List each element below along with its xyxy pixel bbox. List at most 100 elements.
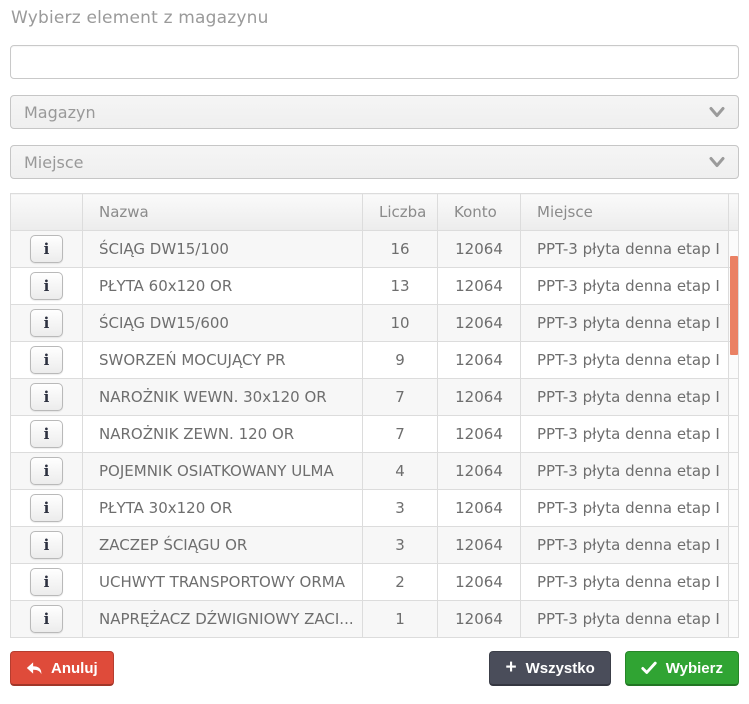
info-icon: i bbox=[43, 276, 50, 295]
table-row[interactable]: i ŚCIĄG DW15/600 10 12064 PPT-3 płyta denna … bbox=[10, 304, 739, 342]
scrollbar-thumb[interactable] bbox=[730, 256, 738, 355]
info-icon: i bbox=[43, 572, 50, 591]
table-row[interactable]: i UCHWYT TRANSPORTOWY ORMA 2 12064 PPT-3 pły… bbox=[10, 563, 739, 601]
cell-account: 12064 bbox=[437, 304, 521, 342]
cell-account: 12064 bbox=[437, 526, 521, 564]
cell-count: 10 bbox=[362, 304, 438, 342]
scrollbar-track-header bbox=[728, 193, 739, 231]
select-button-label: Wybierz bbox=[665, 659, 723, 677]
scrollbar-track[interactable] bbox=[728, 452, 739, 490]
cell-place: PPT-3 płyta denna etap I bbox=[520, 563, 729, 601]
info-cell: i bbox=[10, 452, 83, 490]
cell-count: 3 bbox=[362, 489, 438, 527]
cell-account: 12064 bbox=[437, 415, 521, 453]
cell-place: PPT-3 płyta denna etap I bbox=[520, 230, 729, 268]
cell-name: ZACZEP ŚCIĄGU OR bbox=[82, 526, 363, 564]
cell-name: ŚCIĄG DW15/100 bbox=[82, 230, 363, 268]
all-button[interactable]: + Wszystko bbox=[489, 651, 611, 686]
info-button[interactable]: i bbox=[30, 531, 63, 559]
column-header-miejsce: Miejsce bbox=[520, 193, 729, 231]
table-row[interactable]: i SWORZEŃ MOCUJĄCY PR 9 12064 PPT-3 płyta de… bbox=[10, 341, 739, 379]
info-button[interactable]: i bbox=[30, 494, 63, 522]
scrollbar-track[interactable] bbox=[728, 600, 739, 638]
cell-name: POJEMNIK OSIATKOWANY ULMA bbox=[82, 452, 363, 490]
info-cell: i bbox=[10, 600, 83, 638]
select-button[interactable]: Wybierz bbox=[624, 651, 739, 686]
all-button-label: Wszystko bbox=[525, 659, 595, 677]
cell-place: PPT-3 płyta denna etap I bbox=[520, 267, 729, 305]
info-button[interactable]: i bbox=[30, 568, 63, 596]
chevron-down-icon bbox=[709, 157, 725, 167]
cell-name: PŁYTA 60x120 OR bbox=[82, 267, 363, 305]
info-cell: i bbox=[10, 341, 83, 379]
cell-count: 7 bbox=[362, 378, 438, 416]
cell-account: 12064 bbox=[437, 452, 521, 490]
scrollbar-track[interactable] bbox=[728, 415, 739, 453]
cell-place: PPT-3 płyta denna etap I bbox=[520, 341, 729, 379]
check-icon bbox=[641, 661, 657, 674]
scrollbar-track[interactable] bbox=[728, 526, 739, 564]
scrollbar-track[interactable] bbox=[728, 378, 739, 416]
magazyn-select-label: Magazyn bbox=[24, 102, 96, 122]
info-icon: i bbox=[43, 609, 50, 628]
table-row[interactable]: i PŁYTA 30x120 OR 3 12064 PPT-3 płyta denna … bbox=[10, 489, 739, 527]
cell-name: UCHWYT TRANSPORTOWY ORMA bbox=[82, 563, 363, 601]
action-bar: Anuluj + Wszystko Wybierz bbox=[10, 651, 739, 686]
cell-place: PPT-3 płyta denna etap I bbox=[520, 452, 729, 490]
cancel-button[interactable]: Anuluj bbox=[10, 651, 114, 686]
info-button[interactable]: i bbox=[30, 383, 63, 411]
cell-place: PPT-3 płyta denna etap I bbox=[520, 415, 729, 453]
cell-account: 12064 bbox=[437, 563, 521, 601]
cell-count: 1 bbox=[362, 600, 438, 638]
info-button[interactable]: i bbox=[30, 346, 63, 374]
info-button[interactable]: i bbox=[30, 272, 63, 300]
info-cell: i bbox=[10, 230, 83, 268]
cell-count: 4 bbox=[362, 452, 438, 490]
info-button[interactable]: i bbox=[30, 235, 63, 263]
cell-count: 9 bbox=[362, 341, 438, 379]
table-row[interactable]: i POJEMNIK OSIATKOWANY ULMA 4 12064 PPT-3 pł… bbox=[10, 452, 739, 490]
items-table: Nazwa Liczba Konto Miejsce i ŚCIĄG DW15/1… bbox=[10, 193, 739, 638]
search-input[interactable] bbox=[10, 45, 739, 79]
info-icon: i bbox=[43, 313, 50, 332]
miejsce-select-label: Miejsce bbox=[24, 152, 84, 172]
miejsce-select[interactable]: Miejsce bbox=[10, 145, 739, 179]
info-icon: i bbox=[43, 387, 50, 406]
info-button[interactable]: i bbox=[30, 457, 63, 485]
magazyn-select[interactable]: Magazyn bbox=[10, 95, 739, 129]
cell-count: 2 bbox=[362, 563, 438, 601]
column-header-nazwa: Nazwa bbox=[82, 193, 363, 231]
plus-icon: + bbox=[505, 656, 517, 678]
table-row[interactable]: i NAROŻNIK ZEWN. 120 OR 7 12064 PPT-3 płyta … bbox=[10, 415, 739, 453]
cell-name: SWORZEŃ MOCUJĄCY PR bbox=[82, 341, 363, 379]
cell-count: 13 bbox=[362, 267, 438, 305]
info-cell: i bbox=[10, 378, 83, 416]
column-header-liczba: Liczba bbox=[362, 193, 438, 231]
cell-name: ŚCIĄG DW15/600 bbox=[82, 304, 363, 342]
column-header-konto: Konto bbox=[437, 193, 521, 231]
scrollbar-track[interactable] bbox=[728, 563, 739, 601]
cell-place: PPT-3 płyta denna etap I bbox=[520, 526, 729, 564]
info-icon: i bbox=[43, 498, 50, 517]
table-row[interactable]: i ZACZEP ŚCIĄGU OR 3 12064 PPT-3 płyta denna… bbox=[10, 526, 739, 564]
scrollbar-track[interactable] bbox=[728, 489, 739, 527]
table-row[interactable]: i ŚCIĄG DW15/100 16 12064 PPT-3 płyta denna … bbox=[10, 230, 739, 268]
table-row[interactable]: i NAPRĘŻACZ DŹWIGNIOWY ZACI... 1 12064 PPT-3… bbox=[10, 600, 739, 638]
info-button[interactable]: i bbox=[30, 420, 63, 448]
cell-place: PPT-3 płyta denna etap I bbox=[520, 304, 729, 342]
cell-name: PŁYTA 30x120 OR bbox=[82, 489, 363, 527]
info-cell: i bbox=[10, 415, 83, 453]
reply-arrow-icon bbox=[26, 662, 42, 675]
info-button[interactable]: i bbox=[30, 605, 63, 633]
cell-count: 16 bbox=[362, 230, 438, 268]
info-cell: i bbox=[10, 304, 83, 342]
cell-place: PPT-3 płyta denna etap I bbox=[520, 378, 729, 416]
table-row[interactable]: i PŁYTA 60x120 OR 13 12064 PPT-3 płyta denna… bbox=[10, 267, 739, 305]
info-button[interactable]: i bbox=[30, 309, 63, 337]
cell-account: 12064 bbox=[437, 378, 521, 416]
cell-count: 7 bbox=[362, 415, 438, 453]
table-row[interactable]: i NAROŻNIK WEWN. 30x120 OR 7 12064 PPT-3 pły… bbox=[10, 378, 739, 416]
info-cell: i bbox=[10, 489, 83, 527]
chevron-down-icon bbox=[709, 107, 725, 117]
info-icon: i bbox=[43, 461, 50, 480]
